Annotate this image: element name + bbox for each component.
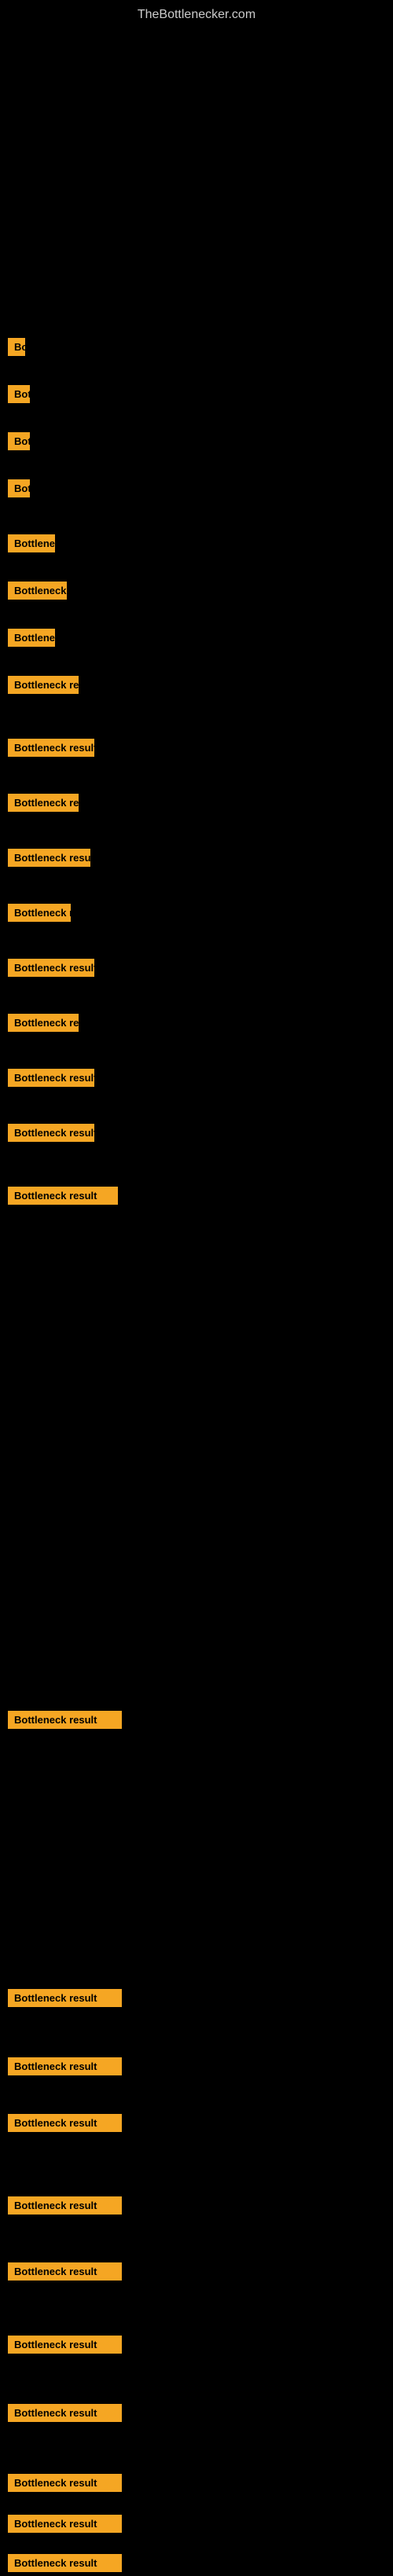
bottleneck-label-6: Bottleneck result — [8, 582, 67, 600]
bottleneck-label-16: Bottleneck result — [8, 1124, 94, 1142]
bottleneck-label-12: Bottleneck result — [8, 904, 71, 922]
bottleneck-label-21: Bottleneck result — [8, 2114, 122, 2132]
bottleneck-label-1: Bottleneck result — [8, 338, 25, 356]
bottleneck-row-5: Bottleneck result — [4, 534, 55, 556]
bottleneck-row-19: Bottleneck result — [4, 1989, 122, 2011]
bottleneck-row-2: Bottleneck result — [4, 385, 30, 407]
bottleneck-label-17: Bottleneck result — [8, 1187, 118, 1205]
bottleneck-label-26: Bottleneck result — [8, 2474, 122, 2492]
bottleneck-label-3: Bottleneck result — [8, 432, 30, 450]
bottleneck-label-14: Bottleneck result — [8, 1014, 79, 1032]
bottleneck-row-13: Bottleneck result — [4, 959, 94, 981]
bottleneck-label-13: Bottleneck result — [8, 959, 94, 977]
bottleneck-label-28: Bottleneck result — [8, 2554, 122, 2572]
bottleneck-label-23: Bottleneck result — [8, 2262, 122, 2281]
site-title: TheBottlenecker.com — [0, 0, 393, 26]
bottleneck-row-25: Bottleneck result — [4, 2404, 122, 2426]
bottleneck-row-22: Bottleneck result — [4, 2196, 122, 2218]
bottleneck-row-7: Bottleneck result — [4, 629, 55, 651]
bottleneck-row-17: Bottleneck result — [4, 1187, 118, 1209]
bottleneck-label-25: Bottleneck result — [8, 2404, 122, 2422]
bottleneck-row-16: Bottleneck result — [4, 1124, 94, 1146]
bottleneck-label-4: Bottleneck result — [8, 479, 30, 497]
bottleneck-row-11: Bottleneck result — [4, 849, 90, 871]
bottleneck-row-21: Bottleneck result — [4, 2114, 122, 2136]
bottleneck-label-22: Bottleneck result — [8, 2196, 122, 2215]
bottleneck-label-27: Bottleneck result — [8, 2515, 122, 2533]
bottleneck-row-1: Bottleneck result — [4, 338, 25, 360]
bottleneck-label-2: Bottleneck result — [8, 385, 30, 403]
bottleneck-row-23: Bottleneck result — [4, 2262, 122, 2284]
bottleneck-row-26: Bottleneck result — [4, 2474, 122, 2496]
bottleneck-label-19: Bottleneck result — [8, 1989, 122, 2007]
bottleneck-row-9: Bottleneck result — [4, 739, 94, 761]
bottleneck-label-7: Bottleneck result — [8, 629, 55, 647]
bottleneck-label-15: Bottleneck result — [8, 1069, 94, 1087]
bottleneck-row-27: Bottleneck result — [4, 2515, 122, 2537]
bottleneck-row-18: Bottleneck result — [4, 1711, 122, 1733]
bottleneck-label-5: Bottleneck result — [8, 534, 55, 552]
bottleneck-label-10: Bottleneck result — [8, 794, 79, 812]
site-header: TheBottlenecker.com — [0, 0, 393, 26]
bottleneck-row-4: Bottleneck result — [4, 479, 30, 501]
bottleneck-row-10: Bottleneck result — [4, 794, 79, 816]
bottleneck-label-8: Bottleneck result — [8, 676, 79, 694]
bottleneck-row-20: Bottleneck result — [4, 2057, 122, 2079]
bottleneck-row-3: Bottleneck result — [4, 432, 30, 454]
bottleneck-row-6: Bottleneck result — [4, 582, 67, 604]
bottleneck-row-14: Bottleneck result — [4, 1014, 79, 1036]
bottleneck-label-11: Bottleneck result — [8, 849, 90, 867]
bottleneck-row-28: Bottleneck result — [4, 2554, 122, 2576]
bottleneck-label-9: Bottleneck result — [8, 739, 94, 757]
bottleneck-label-18: Bottleneck result — [8, 1711, 122, 1729]
bottleneck-row-15: Bottleneck result — [4, 1069, 94, 1091]
bottleneck-label-20: Bottleneck result — [8, 2057, 122, 2075]
bottleneck-row-12: Bottleneck result — [4, 904, 71, 926]
bottleneck-label-24: Bottleneck result — [8, 2336, 122, 2354]
bottleneck-row-24: Bottleneck result — [4, 2336, 122, 2358]
bottleneck-row-8: Bottleneck result — [4, 676, 79, 698]
